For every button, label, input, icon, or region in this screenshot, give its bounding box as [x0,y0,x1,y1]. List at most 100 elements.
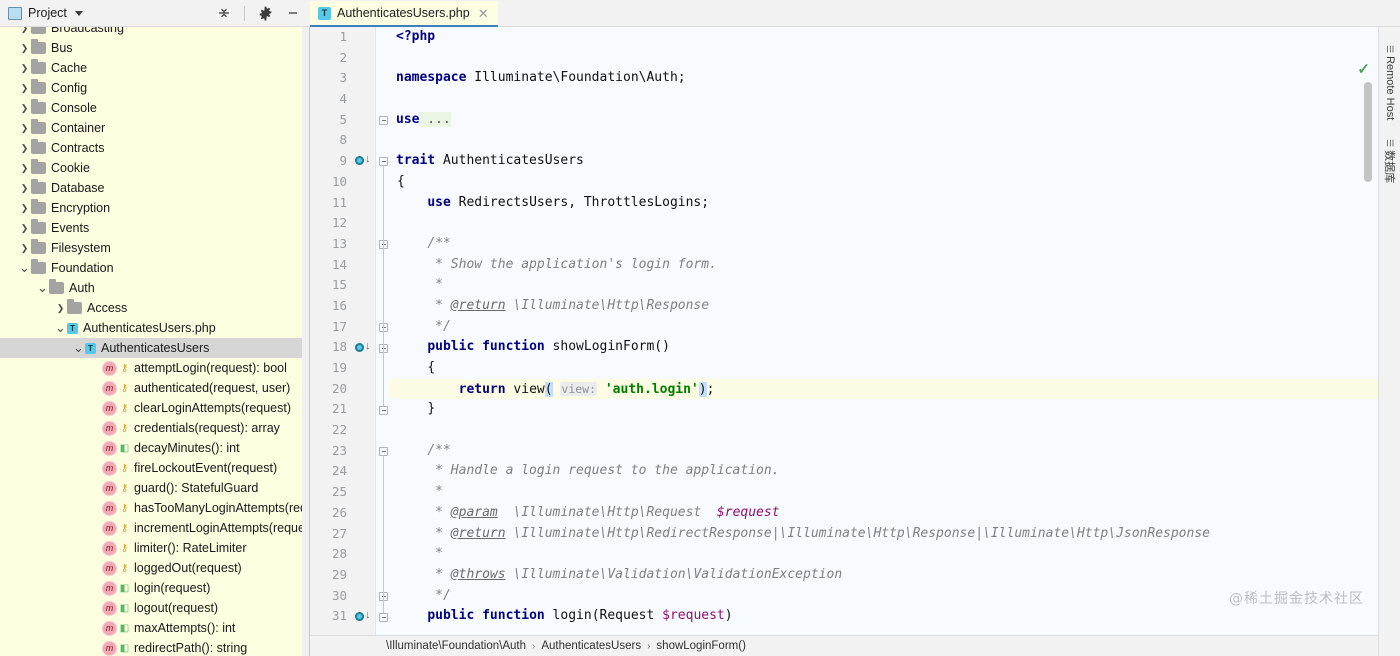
checkmark-icon[interactable]: ✓ [1357,60,1370,78]
chevron-right-icon[interactable]: ❯ [18,27,31,34]
tree-item-logout-request[interactable]: m ◧ logout(request) [0,598,309,618]
tree-item-authenticatesusers[interactable]: ⌄ T AuthenticatesUsers [0,338,309,358]
tree-item-foundation[interactable]: ⌄ Foundation [0,258,309,278]
tree-item-loggedout-request[interactable]: m ⚷ loggedOut(request) [0,558,309,578]
arrow-down-icon: ↓ [365,608,371,621]
editor-column: 1 2 3 4 5 8 9 ↓ 10 11 12 13 14 15 16 17 18 ↓ 19 20 21 22 23 24 2… [310,27,1378,656]
code-line-9: trait AuthenticatesUsers [390,151,1378,172]
fold-toggle-line-31[interactable] [379,612,388,622]
chevron-down-icon[interactable]: ⌄ [18,261,31,274]
gear-icon[interactable] [254,2,276,24]
implemented-member-marker[interactable]: ↓ [355,338,373,359]
tree-item-label: Contracts [51,141,105,155]
tree-item-auth[interactable]: ⌄ Auth [0,278,309,298]
chevron-right-icon[interactable]: ❯ [18,63,31,74]
tree-item-encryption[interactable]: ❯ Encryption [0,198,309,218]
chevron-down-icon[interactable]: ⌄ [72,341,85,354]
chevron-right-icon[interactable]: ❯ [18,183,31,194]
collapsed-use-fold[interactable]: ... [419,111,451,127]
sidebar-scrollbar[interactable] [302,27,309,656]
chevron-right-icon[interactable]: ❯ [18,103,31,114]
tree-item-cache[interactable]: ❯ Cache [0,58,309,78]
chevron-right-icon[interactable]: ❯ [18,83,31,94]
tree-item-database[interactable]: ❯ Database [0,178,309,198]
tab-authenticatesusers-php[interactable]: T AuthenticatesUsers.php ✕ [310,1,498,27]
tree-item-clearloginattempts-request[interactable]: m ⚷ clearLoginAttempts(request) [0,398,309,418]
chevron-right-icon[interactable]: ❯ [18,123,31,134]
keyword-namespace: namespace [396,70,467,86]
rail-label: Remote Host [1383,56,1396,121]
tree-item-label: loggedOut(request) [134,561,242,575]
docblock-star: * [435,504,443,520]
docblock-star: * [435,525,443,541]
method-icon: m [103,501,116,515]
tree-item-label: fireLockoutEvent(request) [134,461,278,475]
tree-item-incrementloginattempts-request[interactable]: m ⚷ incrementLoginAttempts(request) [0,518,309,538]
close-icon[interactable]: ✕ [478,7,489,20]
minimize-icon[interactable] [282,2,304,24]
line-number-28: 28 [331,546,347,562]
chevron-right-icon[interactable]: ❯ [18,203,31,214]
tree-item-container[interactable]: ❯ Container [0,118,309,138]
tree-item-contracts[interactable]: ❯ Contracts [0,138,309,158]
docblock-tag-return: @return [450,525,506,541]
tree-item-attemptlogin-request-bool[interactable]: m ⚷ attemptLogin(request): bool [0,358,309,378]
tree-item-events[interactable]: ❯ Events [0,218,309,238]
editor-vertical-scrollbar[interactable] [1364,82,1372,182]
tree-item-authenticated-request-user[interactable]: m ⚷ authenticated(request, user) [0,378,309,398]
tree-item-config[interactable]: ❯ Config [0,78,309,98]
code-folding-gutter[interactable] [376,27,390,635]
tree-item-redirectpath-string[interactable]: m ◧ redirectPath(): string [0,638,309,656]
implemented-member-marker[interactable]: ↓ [355,151,373,172]
implemented-member-marker[interactable]: ↓ [355,607,373,628]
tree-item-access[interactable]: ❯ Access [0,298,309,318]
tree-item-credentials-request-array[interactable]: m ⚷ credentials(request): array [0,418,309,438]
tree-item-decayminutes-int[interactable]: m ◧ decayMinutes(): int [0,438,309,458]
tree-item-limiter-ratelimiter[interactable]: m ⚷ limiter(): RateLimiter [0,538,309,558]
chevron-down-icon[interactable]: ⌄ [36,281,49,294]
tree-item-login-request[interactable]: m ◧ login(request) [0,578,309,598]
tree-item-guard-statefulguard[interactable]: m ⚷ guard(): StatefulGuard [0,478,309,498]
fold-toggle-line-21[interactable] [379,405,388,415]
tree-item-firelockoutevent-request[interactable]: m ⚷ fireLockoutEvent(request) [0,458,309,478]
chevron-right-icon[interactable]: ❯ [18,243,31,254]
tree-item-maxattempts-int[interactable]: m ◧ maxAttempts(): int [0,618,309,638]
public-visibility-icon: ◧ [119,622,130,634]
tree-item-label: Events [51,221,90,235]
tree-item-filesystem[interactable]: ❯ Filesystem [0,238,309,258]
docblock-close: */ [435,587,451,603]
folder-icon [31,39,46,54]
folder-icon [31,27,46,34]
tree-item-broadcasting[interactable]: ❯ Broadcasting [0,27,309,38]
chevron-down-icon[interactable] [74,10,83,16]
collapse-all-icon[interactable] [213,2,235,24]
project-toolbar: Project [0,0,310,27]
rail-item-remote-host[interactable]: ☰ Remote Host [1384,45,1396,120]
chevron-right-icon[interactable]: ❯ [18,143,31,154]
line-number-gutter[interactable]: 1 2 3 4 5 8 9 ↓ 10 11 12 13 14 15 16 17 18 ↓ 19 20 21 22 23 24 2… [310,27,376,635]
tree-item-console[interactable]: ❯ Console [0,98,309,118]
tree-item-label: Filesystem [51,241,111,255]
line-number-2: 2 [339,49,347,65]
editor-area[interactable]: 1 2 3 4 5 8 9 ↓ 10 11 12 13 14 15 16 17 18 ↓ 19 20 21 22 23 24 2… [310,27,1378,635]
chevron-right-icon[interactable]: ❯ [18,163,31,174]
tree-item-authenticatesusers-php[interactable]: ⌄ T AuthenticatesUsers.php [0,318,309,338]
project-tree-panel[interactable]: ❯ Broadcasting ❯ Bus ❯ Cache ❯ Config ❯ Console ❯ C… [0,27,310,656]
chevron-right-icon[interactable]: ❯ [18,223,31,234]
method-icon: m [103,361,116,375]
tree-item-cookie[interactable]: ❯ Cookie [0,158,309,178]
chevron-right-icon[interactable]: ❯ [54,303,67,314]
tree-item-bus[interactable]: ❯ Bus [0,38,309,58]
breadcrumb-item-method[interactable]: showLoginForm() [656,640,745,652]
chevron-down-icon[interactable]: ⌄ [54,321,67,334]
fold-toggle-line-5[interactable] [379,115,388,125]
ide-window: Project T AuthenticatesUsers.php ✕ ❯ Bro… [0,0,1400,656]
breadcrumb-item-namespace[interactable]: \Illuminate\Foundation\Auth [386,640,526,652]
breadcrumb-item-trait[interactable]: AuthenticatesUsers [541,640,641,652]
tree-item-hastoomanyloginattempts-request[interactable]: m ⚷ hasTooManyLoginAttempts(request) [0,498,309,518]
chevron-right-icon[interactable]: ❯ [18,43,31,54]
code-content[interactable]: <?php namespace Illuminate\Foundation\Au… [390,27,1378,635]
rail-item-database[interactable]: ☰ 数据库 [1382,139,1398,183]
project-label[interactable]: Project [28,6,67,20]
code-line-23: /** [390,441,1378,462]
